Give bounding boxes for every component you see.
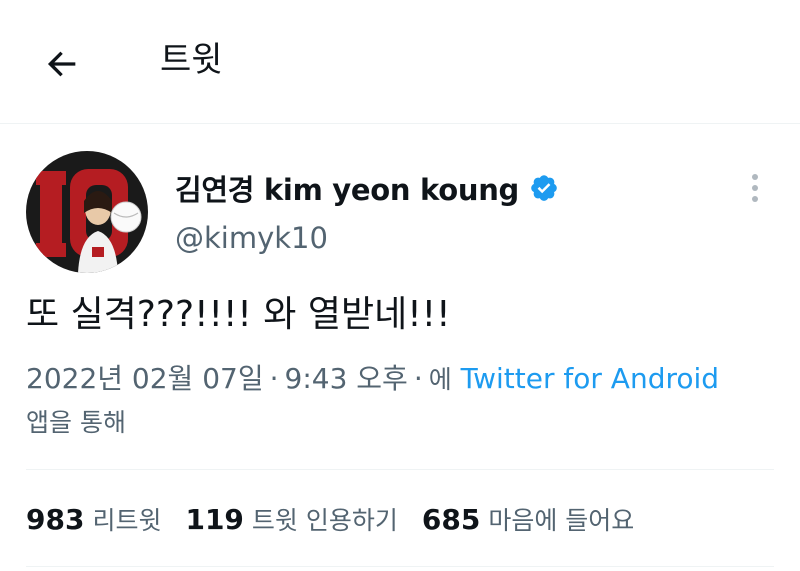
- back-button[interactable]: [38, 40, 86, 88]
- likes-label: 마음에 들어요: [488, 506, 635, 535]
- divider: [26, 469, 774, 470]
- more-options-button[interactable]: [740, 168, 770, 208]
- top-bar: 트윗: [0, 0, 800, 124]
- avatar-image: [26, 151, 148, 273]
- author-display-name[interactable]: 김연경 kim yeon koung: [175, 167, 519, 209]
- avatar[interactable]: [26, 151, 148, 273]
- divider: [26, 566, 774, 567]
- tweet-meta: 2022년 02월 07일 · 9:43 오후 · 에 Twitter for Andr…: [26, 362, 720, 437]
- retweets-label: 리트윗: [92, 506, 162, 535]
- page-title: 트윗: [160, 40, 223, 80]
- engagement-stats: 983 리트윗 119 트윗 인용하기 685 마음에 들어요: [26, 498, 658, 540]
- likes-count: 685: [421, 502, 481, 536]
- author-handle[interactable]: @kimyk10: [175, 218, 328, 258]
- more-vertical-icon: [752, 174, 758, 202]
- author-name-row[interactable]: 김연경 kim yeon koung: [175, 168, 559, 208]
- quotes-count: 119: [185, 502, 244, 536]
- tweet-date[interactable]: 2022년 02월 07일: [26, 362, 264, 395]
- tweet-text: 또 실격???!!!! 와 열받네!!!: [26, 294, 451, 335]
- retweets-count: 983: [26, 502, 85, 536]
- source-prefix: 에: [428, 365, 452, 394]
- quotes-stat[interactable]: 119 트윗 인용하기: [185, 501, 397, 537]
- tweet-time[interactable]: 9:43 오후: [285, 362, 408, 395]
- source-suffix: 앱을 통해: [26, 408, 126, 437]
- likes-stat[interactable]: 685 마음에 들어요: [422, 501, 634, 537]
- retweets-stat[interactable]: 983 리트윗: [26, 501, 161, 537]
- arrow-left-icon: [47, 51, 76, 77]
- quotes-label: 트윗 인용하기: [251, 506, 398, 535]
- source-link[interactable]: Twitter for Android: [461, 362, 719, 395]
- verified-badge-icon: [531, 175, 557, 201]
